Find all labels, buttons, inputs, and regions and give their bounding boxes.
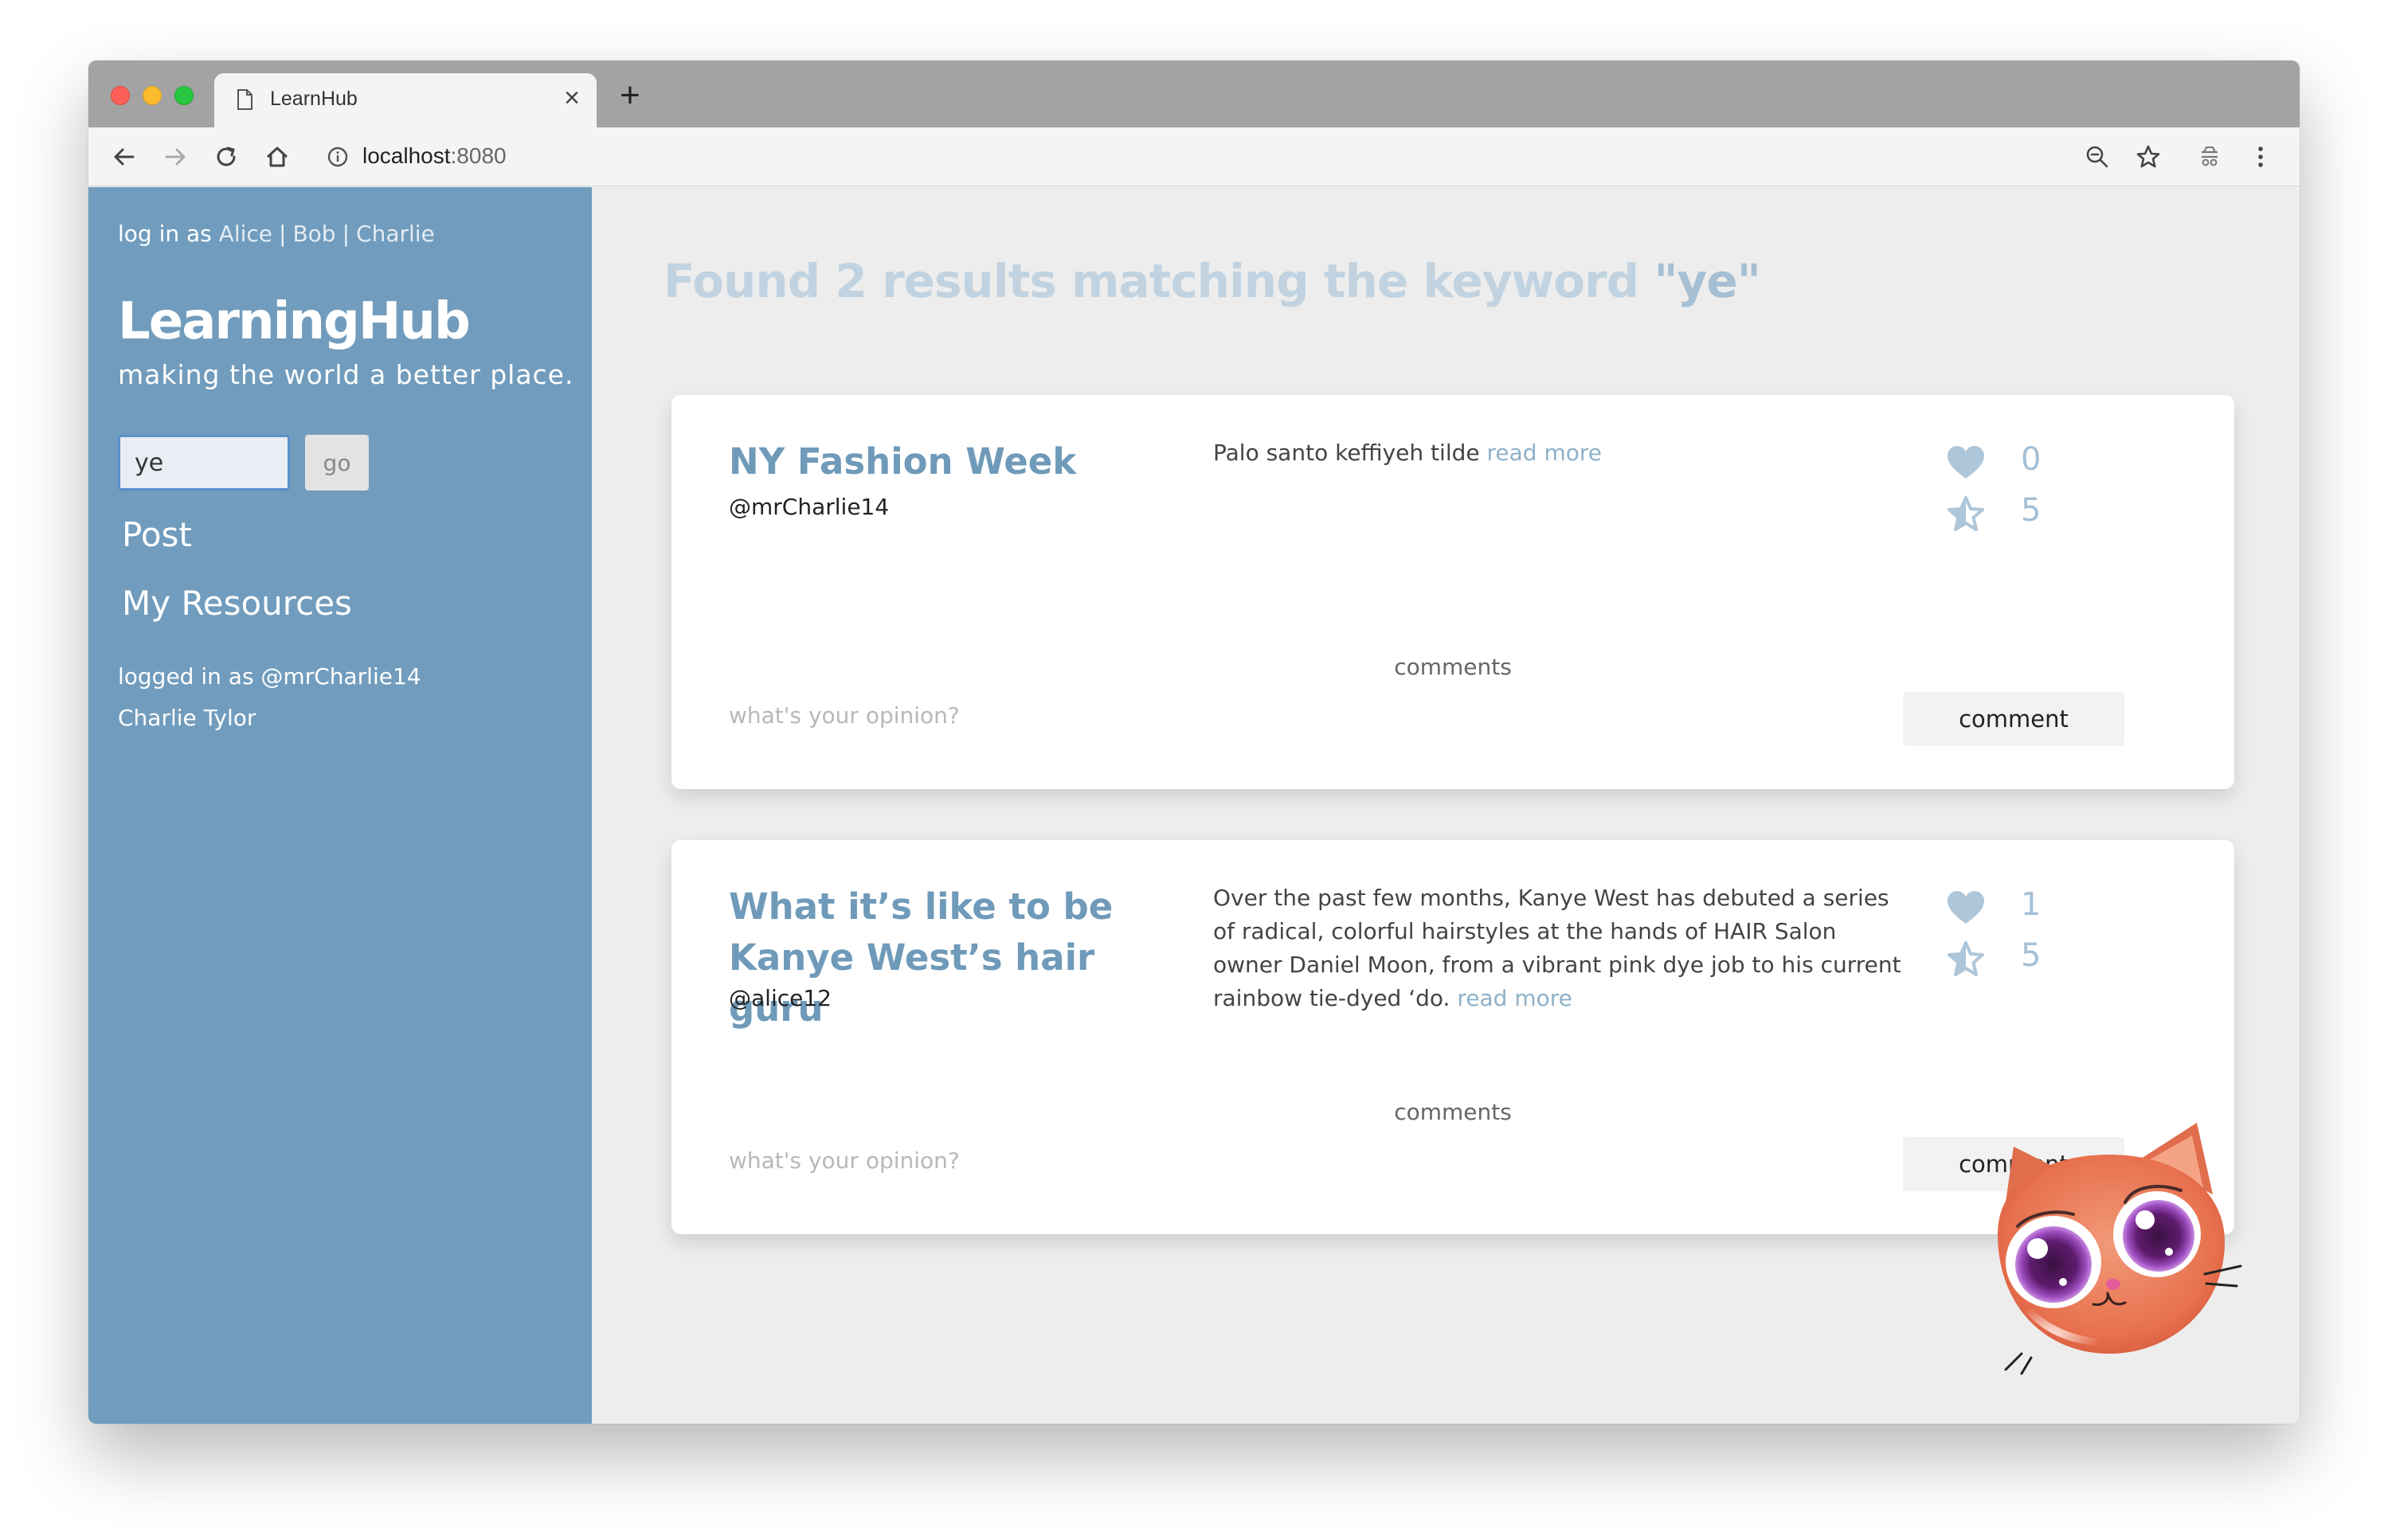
zoom-icon[interactable] <box>2082 142 2112 172</box>
resource-title[interactable]: NY Fashion Week <box>729 436 1191 487</box>
info-icon[interactable] <box>327 147 348 167</box>
forward-icon[interactable] <box>160 142 190 172</box>
sidebar: log in as Alice | Bob | Charlie LearningHub … <box>88 187 592 1424</box>
home-icon[interactable] <box>262 142 292 172</box>
page-content: log in as Alice | Bob | Charlie LearningHub … <box>88 187 2300 1424</box>
logged-in-status: logged in as @mrCharlie14 <box>118 663 421 690</box>
minimize-window-button[interactable] <box>143 86 162 105</box>
tab-strip: LearnHub × + <box>88 61 2300 127</box>
browser-window: LearnHub × + localhost:8080 log in as Al… <box>88 61 2300 1424</box>
cat-mascot <box>1998 1123 2242 1375</box>
rating-value: 5 <box>2021 937 2042 974</box>
resource-description: Over the past few months, Kanye West has… <box>1213 885 1901 1011</box>
reload-icon[interactable] <box>211 142 241 172</box>
resource-author: @mrCharlie14 <box>729 494 890 520</box>
heart-icon[interactable] <box>1946 889 1986 926</box>
results-heading: Found 2 results matching the keyword "ye… <box>664 254 1761 308</box>
plus-icon[interactable]: + <box>614 78 646 113</box>
close-window-button[interactable] <box>111 86 130 105</box>
login-bob-link[interactable]: Bob <box>292 221 335 247</box>
extension-icon[interactable] <box>2194 142 2225 172</box>
read-more-link[interactable]: read more <box>1457 985 1572 1011</box>
nav-my-resources-link[interactable]: My Resources <box>122 584 352 623</box>
brand-logo[interactable]: LearningHub <box>118 292 471 351</box>
search-input[interactable] <box>118 435 290 491</box>
opinion-input[interactable] <box>729 698 1286 733</box>
maximize-window-button[interactable] <box>174 86 194 105</box>
document-icon <box>237 89 253 110</box>
likes-count: 0 <box>2021 441 2042 478</box>
address-bar[interactable]: localhost:8080 <box>313 134 2169 180</box>
opinion-input[interactable] <box>729 1143 1286 1178</box>
star-icon[interactable] <box>2133 142 2163 172</box>
tagline: making the world a better place. <box>118 359 574 390</box>
user-full-name: Charlie Tylor <box>118 705 256 731</box>
menu-icon[interactable] <box>2245 142 2276 172</box>
nav-post-link[interactable]: Post <box>122 515 192 554</box>
tab-learnhub[interactable]: LearnHub × <box>214 73 597 127</box>
resource-description: Palo santo keffiyeh tilde read more <box>1213 440 1602 466</box>
read-more-link[interactable]: read more <box>1487 440 1602 466</box>
close-icon[interactable]: × <box>560 84 584 111</box>
comment-button[interactable]: comment <box>1903 692 2124 746</box>
toolbar: localhost:8080 <box>88 127 2300 186</box>
resource-card: NY Fashion Week @mrCharlie14 Palo santo … <box>671 395 2234 789</box>
login-as-line: log in as Alice | Bob | Charlie <box>118 221 435 247</box>
login-charlie-link[interactable]: Charlie <box>356 221 435 247</box>
login-alice-link[interactable]: Alice <box>219 221 272 247</box>
heart-icon[interactable] <box>1946 444 1986 481</box>
back-icon[interactable] <box>109 142 139 172</box>
rating-value: 5 <box>2021 492 2042 529</box>
go-button[interactable]: go <box>305 435 369 491</box>
star-rating-icon[interactable] <box>1946 940 1986 977</box>
url-text: localhost:8080 <box>362 143 507 168</box>
resource-title[interactable]: What it’s like to be Kanye West’s hair g… <box>729 881 1191 1034</box>
star-rating-icon[interactable] <box>1946 495 1986 532</box>
comments-label: comments <box>1394 654 1512 680</box>
likes-count: 1 <box>2021 886 2042 923</box>
resource-author: @alice12 <box>729 985 832 1011</box>
tab-title: LearnHub <box>270 88 358 110</box>
